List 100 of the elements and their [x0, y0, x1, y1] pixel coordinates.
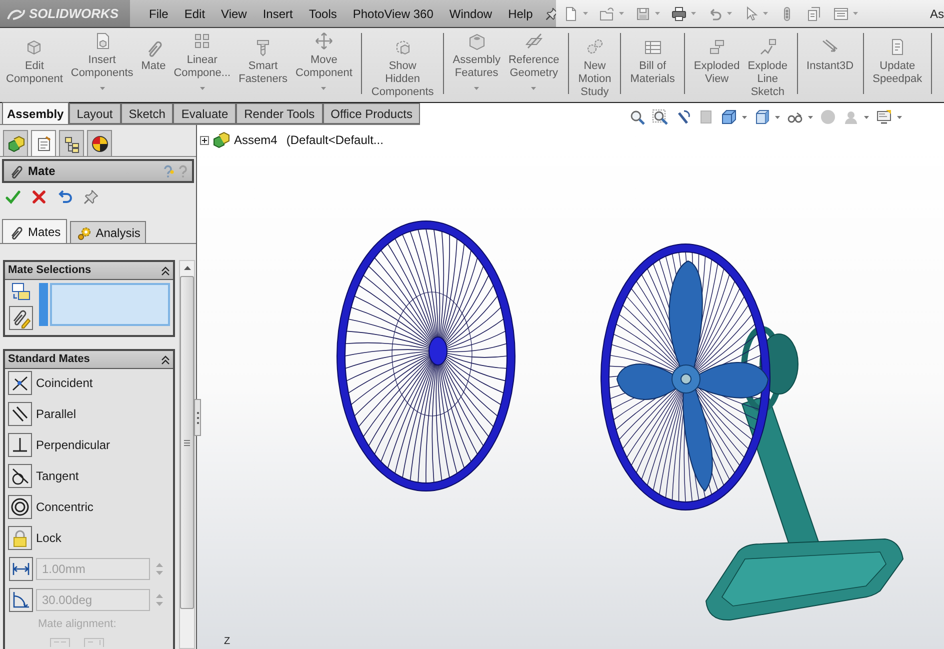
caret-icon[interactable] — [853, 12, 858, 15]
menu-item[interactable]: Window — [441, 6, 500, 22]
caret-icon[interactable] — [727, 12, 732, 15]
mate-type-button[interactable]: Lock — [8, 526, 62, 550]
spinner-icon[interactable] — [155, 561, 164, 577]
toolbar-button[interactable]: Edit Component — [2, 28, 67, 99]
document-icon[interactable] — [806, 6, 822, 22]
toolbar-button[interactable]: Mate — [137, 28, 170, 99]
tree-item-label[interactable]: Assem4 — [234, 133, 278, 147]
alignment-label: Mate alignment: — [38, 617, 116, 631]
toolbar-button[interactable]: Reference Geometry — [504, 28, 564, 99]
panel-tab[interactable] — [59, 130, 84, 156]
wand-icon[interactable] — [675, 109, 691, 125]
caret-icon[interactable] — [100, 87, 105, 90]
check-icon[interactable] — [5, 189, 21, 205]
toolbar-button[interactable]: Linear Compone... — [170, 28, 235, 99]
caret-icon[interactable] — [655, 12, 660, 15]
toolbar-button[interactable]: Explode Line Sketch — [744, 28, 792, 99]
caret-icon[interactable] — [321, 87, 326, 90]
toolbar-button[interactable]: Insert Components — [66, 28, 138, 99]
tab[interactable]: Assembly — [2, 102, 69, 124]
mate-type-button[interactable]: Perpendicular — [8, 433, 110, 457]
mate-type-button[interactable]: Coincident — [8, 371, 93, 395]
tab[interactable]: Evaluate — [173, 103, 236, 124]
toolbar-button[interactable]: Assembly Features — [448, 28, 504, 99]
section-header[interactable]: Standard Mates — [5, 351, 173, 369]
menu-item[interactable]: PhotoView 360 — [344, 6, 442, 22]
menu-item[interactable]: Help — [500, 6, 541, 22]
menu-item[interactable]: Insert — [254, 6, 301, 22]
menu-item[interactable]: View — [213, 6, 255, 22]
paperclip-pencil-icon[interactable] — [8, 306, 32, 330]
caret-icon[interactable] — [864, 116, 869, 118]
menu-item[interactable]: Tools — [300, 6, 345, 22]
printer-icon[interactable] — [671, 6, 687, 22]
toolbar-button[interactable]: Instant3D — [802, 28, 858, 99]
caret-icon[interactable] — [474, 87, 480, 90]
chevrons-up-icon[interactable] — [161, 266, 170, 276]
menu-item[interactable]: Edit — [176, 6, 214, 22]
list-window-icon[interactable] — [833, 6, 849, 22]
caret-icon[interactable] — [531, 87, 536, 90]
circle-tangent-icon — [8, 464, 32, 488]
toolbar-button[interactable]: Smart Fasteners — [234, 28, 292, 99]
menu-item[interactable]: File — [141, 6, 176, 22]
mate-type-button[interactable]: Parallel — [8, 402, 76, 426]
shaded-cube-icon[interactable] — [754, 109, 770, 125]
tab[interactable]: Analysis — [70, 221, 146, 243]
caret-icon[interactable] — [775, 116, 780, 118]
caret-icon[interactable] — [763, 12, 768, 15]
toolbar-button[interactable]: Show Hidden Components — [367, 28, 438, 99]
spinner-icon[interactable] — [155, 592, 164, 608]
toolbar-button[interactable]: Bill of Materials — [626, 28, 679, 99]
cube-icon[interactable] — [721, 109, 737, 125]
open-folder-icon[interactable] — [599, 6, 615, 22]
tab[interactable]: Mates — [2, 219, 67, 243]
tab[interactable]: Layout — [68, 103, 121, 124]
box-icon[interactable] — [698, 109, 714, 125]
selection-list[interactable] — [39, 283, 170, 326]
scroll-up-icon[interactable] — [184, 266, 190, 270]
panel-tab[interactable] — [31, 130, 56, 156]
mate-type-button[interactable]: Concentric — [8, 495, 94, 519]
splitter-handle[interactable] — [194, 399, 201, 436]
scrollbar[interactable] — [179, 260, 195, 649]
silhouette-icon[interactable] — [843, 109, 859, 125]
tab[interactable]: Sketch — [120, 103, 174, 124]
mate-type-button[interactable]: Tangent — [8, 464, 79, 488]
help-icon[interactable] — [162, 164, 174, 178]
tab[interactable]: Render Tools — [236, 103, 323, 124]
caret-icon[interactable] — [583, 12, 588, 15]
toolbar-button[interactable]: Move Component — [292, 28, 356, 99]
pushpin-icon[interactable] — [544, 6, 559, 20]
tab[interactable]: Office Products — [322, 103, 420, 124]
caret-icon[interactable] — [691, 12, 696, 15]
help-icon[interactable] — [178, 164, 188, 178]
lock-icon — [8, 526, 32, 550]
arrows-icon — [314, 31, 334, 51]
caret-icon[interactable] — [742, 116, 747, 118]
caret-icon[interactable] — [897, 116, 902, 118]
magnifier-icon[interactable] — [629, 109, 645, 125]
undo-icon[interactable] — [57, 189, 73, 205]
toolbar-button[interactable]: Update Speedpak — [868, 28, 926, 99]
section-header[interactable]: Mate Selections — [5, 262, 173, 280]
chevrons-up-icon[interactable] — [161, 354, 170, 364]
scrollbar-thumb[interactable] — [180, 276, 194, 609]
panel-tab[interactable] — [3, 130, 28, 156]
caret-icon[interactable] — [200, 87, 205, 90]
caret-icon[interactable] — [619, 12, 624, 15]
panel-tab[interactable] — [87, 130, 112, 156]
sphere-icon[interactable] — [820, 109, 836, 125]
toolbar-button[interactable]: Exploded View — [690, 28, 744, 99]
close-icon[interactable] — [31, 189, 47, 205]
pushpin-icon[interactable] — [83, 189, 99, 205]
magnifier-frame-icon[interactable] — [652, 109, 668, 125]
overlapping-windows-icon[interactable] — [10, 282, 30, 302]
distance-icon — [9, 557, 33, 581]
expand-icon[interactable] — [200, 136, 209, 144]
toolbar-button[interactable]: New Motion Study — [574, 28, 616, 99]
caret-icon[interactable] — [808, 116, 813, 118]
intersecting-lines-icon — [8, 371, 32, 395]
monitor-icon[interactable] — [876, 109, 892, 125]
save-icon[interactable] — [635, 6, 651, 22]
